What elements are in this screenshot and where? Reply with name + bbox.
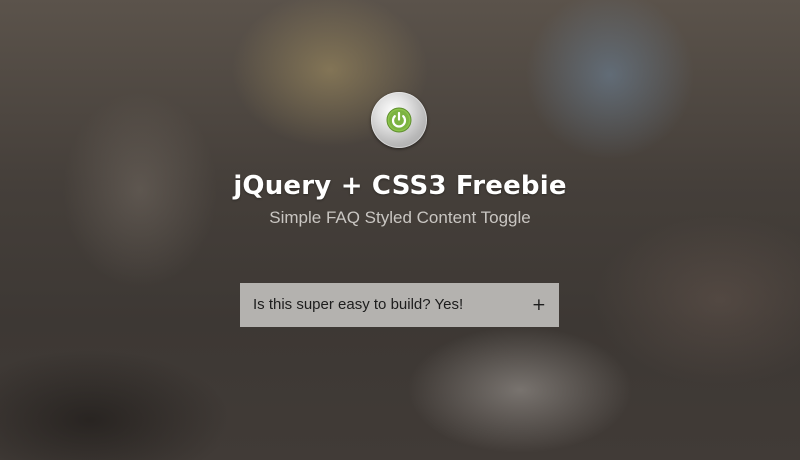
page-title: jQuery + CSS3 Freebie xyxy=(233,171,567,201)
blurred-background xyxy=(0,0,800,460)
plus-icon[interactable]: + xyxy=(532,283,546,327)
faq-item[interactable]: Is this super easy to build? Yes! + xyxy=(240,283,559,327)
faq-question: Is this super easy to build? Yes! xyxy=(253,296,464,313)
power-button-icon xyxy=(386,107,412,133)
power-button-logo xyxy=(371,92,427,148)
page-subtitle: Simple FAQ Styled Content Toggle xyxy=(269,208,531,227)
